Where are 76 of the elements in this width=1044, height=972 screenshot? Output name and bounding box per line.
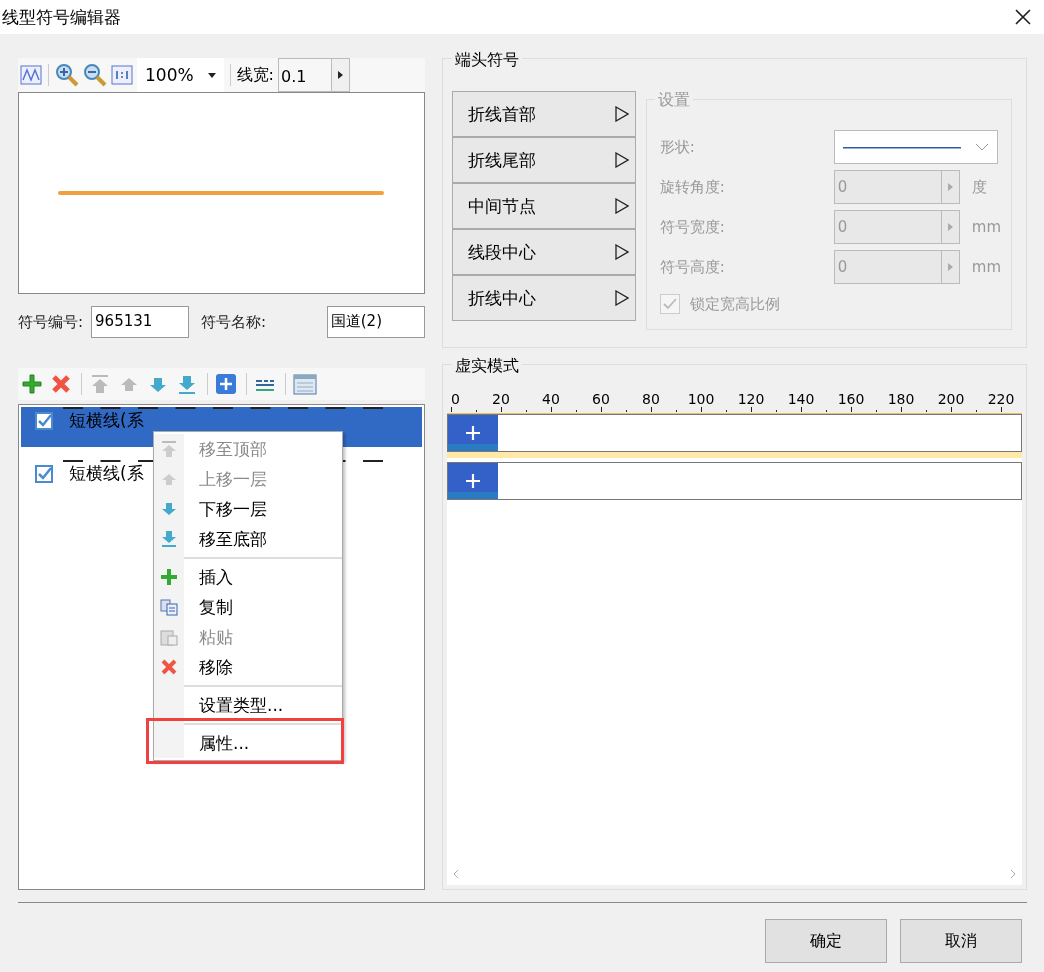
menu-item[interactable]: 移除: [154, 652, 342, 682]
add-segment-button[interactable]: [447, 463, 498, 499]
dialog-button[interactable]: 确定: [765, 919, 887, 963]
layer-name: 短横线(系: [69, 409, 144, 432]
end-symbol-button[interactable]: 折线首部: [451, 91, 636, 137]
ruler-label: 140: [787, 393, 815, 407]
field-label: 符号宽度:: [659, 217, 726, 237]
add-segment-button[interactable]: [447, 415, 498, 451]
zoom-dropdown[interactable]: 100%: [137, 58, 224, 92]
spin-arrow-icon[interactable]: [338, 71, 343, 79]
ruler-label: 160: [837, 393, 865, 407]
ruler-label: 80: [641, 393, 660, 407]
field-label: 符号高度:: [659, 257, 726, 277]
caret-icon: [207, 72, 216, 78]
checkbox[interactable]: [35, 464, 53, 483]
ruler-label: 20: [491, 393, 510, 407]
move-top-icon: [160, 440, 178, 458]
insert-icon[interactable]: [215, 373, 239, 395]
play-icon: [614, 290, 629, 306]
unit-label: 度: [971, 177, 987, 197]
chevron-down-icon: [974, 143, 989, 151]
ruler-label: 100: [687, 393, 715, 407]
field-label: 符号名称:: [201, 312, 267, 332]
add-icon: [160, 568, 178, 586]
move-down-icon: [160, 500, 178, 518]
menu-item[interactable]: 插入: [154, 562, 342, 592]
line-width-label: 线宽:: [236, 64, 274, 86]
copy-icon: [160, 598, 178, 616]
field-label: 旋转角度:: [659, 177, 726, 197]
end-symbol-button[interactable]: 中间节点: [451, 183, 636, 229]
add-icon[interactable]: [21, 373, 45, 395]
actual-size-icon[interactable]: [111, 65, 133, 85]
ruler-label: 60: [591, 393, 610, 407]
play-icon: [614, 198, 629, 214]
delete-icon: [160, 658, 178, 676]
ruler-label: 200: [937, 393, 965, 407]
move-bottom-icon: [160, 530, 178, 548]
play-icon: [614, 152, 629, 168]
menu-item[interactable]: 下移一层: [154, 494, 342, 524]
chevron-left-icon[interactable]: [452, 869, 459, 879]
plus-icon: [464, 473, 481, 489]
unit-label: mm: [971, 258, 1001, 276]
text-field[interactable]: 国道(2): [326, 306, 425, 338]
menu-item[interactable]: 设置类型...: [154, 690, 342, 720]
paste-icon: [160, 628, 178, 646]
close-icon[interactable]: [1014, 8, 1032, 26]
ruler-label: 120: [737, 393, 765, 407]
unit-label: mm: [971, 218, 1001, 236]
play-icon: [614, 244, 629, 260]
table-icon[interactable]: [293, 373, 317, 395]
checkbox-label: 锁定宽高比例: [689, 294, 780, 314]
field-label: 符号编号:: [18, 312, 84, 332]
chevron-right-icon[interactable]: [1010, 869, 1016, 879]
end-symbol-button[interactable]: 折线中心: [451, 275, 636, 321]
ruler-label: 180: [887, 393, 915, 407]
field-label: 形状:: [659, 137, 696, 157]
dash-row[interactable]: [446, 414, 1022, 458]
plus-icon: [464, 425, 481, 441]
group-title: 虚实模式: [451, 356, 522, 377]
play-icon: [614, 106, 629, 122]
line-width-field[interactable]: 0.1: [278, 58, 350, 92]
zoom-in-icon[interactable]: [55, 63, 79, 87]
layer-name: 短横线(系: [69, 462, 144, 485]
waveform-icon[interactable]: [20, 65, 42, 85]
end-symbol-button[interactable]: 线段中心: [451, 229, 636, 275]
ruler-label: 0: [450, 393, 460, 407]
text-field[interactable]: 965131: [91, 306, 190, 338]
end-symbol-button[interactable]: 折线尾部: [451, 137, 636, 183]
zoom-out-icon[interactable]: [83, 63, 107, 87]
ruler-label: 40: [541, 393, 560, 407]
menu-item[interactable]: 复制: [154, 592, 342, 622]
menu-item[interactable]: 移至底部: [154, 524, 342, 554]
dialog-button[interactable]: 取消: [900, 919, 1022, 963]
checkbox[interactable]: [35, 411, 53, 430]
ruler-label: 220: [987, 393, 1015, 407]
window-title: 线型符号编辑器: [2, 5, 121, 29]
